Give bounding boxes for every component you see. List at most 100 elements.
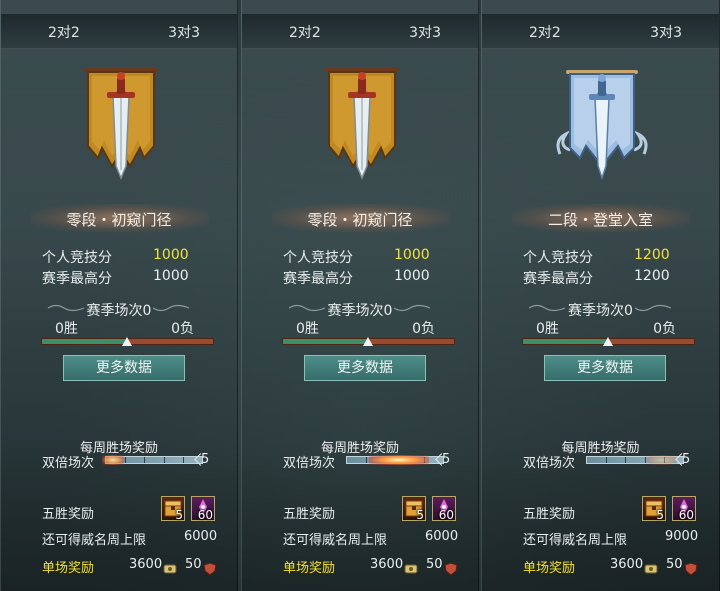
wins-count: 0胜 [536,321,559,337]
rank-title: 零段・初窥门径 [66,211,172,229]
silver-banner-sword-icon [556,70,648,181]
five-win-reward-label: 五胜奖励 [42,507,95,522]
double-matches-count: 5 [201,452,210,467]
bar-segment-divider [366,457,368,463]
purple-token-icon[interactable]: 60 [432,496,456,522]
losses-count: 0负 [412,321,435,337]
season-matches: 赛季场次0 [568,303,633,319]
glow-effect [102,455,124,465]
glow-effect [369,455,429,465]
treasure-chest-icon[interactable]: 5 [402,496,426,522]
double-matches-label: 双倍场次 [523,456,576,471]
weekly-cap-value: 6000 [425,529,459,544]
double-matches-label: 双倍场次 [283,456,336,471]
wins-count: 0胜 [55,321,78,337]
win-loss-marker [602,337,613,346]
weekly-cap-label: 还可得威名周上限 [523,533,628,548]
gold-banner-sword-icon [325,68,399,180]
more-data-button[interactable]: 更多数据 [544,355,666,381]
wins-count: 0胜 [296,321,319,337]
season-high-value: 1200 [634,268,670,284]
purple-token-icon[interactable]: 60 [672,496,696,522]
personal-score-value: 1000 [394,247,430,263]
bar-segment-divider [125,457,127,463]
ornament-right [152,304,190,312]
season-high-label: 赛季最高分 [283,271,353,287]
shield-icon [203,563,217,575]
tab-2v2[interactable]: 2对2 [48,22,80,42]
token-count: 60 [197,508,213,522]
double-matches-bar [346,455,444,465]
win-fill [523,339,609,344]
chest-count: 5 [175,508,183,522]
double-matches-count: 5 [682,452,691,467]
rank-title: 二段・登堂入室 [547,211,653,229]
single-match-reward-label: 单场奖励 [523,561,576,576]
gold-banner-sword-icon [84,68,158,180]
tab-2v2[interactable]: 2对2 [289,22,321,42]
prestige-token-icon [644,564,658,574]
win-loss-marker [362,337,373,346]
losses-count: 0负 [171,321,194,337]
win-loss-marker [121,337,132,346]
weekly-cap-label: 还可得威名周上限 [283,533,388,548]
mode-tabs: 2对2 3对3 [242,14,478,49]
chest-count: 5 [656,508,664,522]
win-fill [42,339,128,344]
season-matches: 赛季场次0 [86,303,152,319]
arena-panel-3: 2对2 3对3 二段・登堂入室 个人竞技分 1200 赛季最高分 1200 赛季… [481,0,720,591]
personal-score-label: 个人竞技分 [523,250,593,266]
arena-screen: 2对2 3对3 零段・初窥门径 个人竞技分 1000 赛季最高分 1000 赛季… [0,0,720,591]
five-win-reward-label: 五胜奖励 [283,507,336,522]
weekly-cap-value: 9000 [665,529,699,544]
bar-segment-divider [163,457,165,463]
season-high-value: 1000 [153,268,189,284]
bar-segment-divider [606,457,608,463]
single-match-reward-label: 单场奖励 [42,561,95,576]
personal-score-value: 1000 [153,247,189,263]
tab-3v3[interactable]: 3对3 [650,22,682,42]
more-data-button[interactable]: 更多数据 [304,355,426,381]
arena-panel-1: 2对2 3对3 零段・初窥门径 个人竞技分 1000 赛季最高分 1000 赛季… [0,0,238,591]
ornament-right [393,304,431,312]
win-fill [283,339,369,344]
double-matches-bar [102,455,203,465]
season-matches: 赛季场次0 [327,303,393,319]
season-high-label: 赛季最高分 [523,271,593,287]
personal-score-label: 个人竞技分 [42,250,112,266]
single-reward-value-2: 50 [185,557,202,572]
prestige-token-icon [404,564,418,574]
weekly-cap-value: 6000 [184,529,218,544]
season-high-value: 1000 [394,268,430,284]
treasure-chest-icon[interactable]: 5 [161,496,185,522]
bar-segment-divider [182,457,184,463]
single-match-reward-label: 单场奖励 [283,561,336,576]
double-matches-label: 双倍场次 [42,456,95,471]
mode-tabs: 2对2 3对3 [1,14,237,49]
single-reward-value-2: 50 [666,557,683,572]
arena-panel-2: 2对2 3对3 零段・初窥门径 个人竞技分 1000 赛季最高分 1000 赛季… [241,0,479,591]
five-win-reward-label: 五胜奖励 [523,507,576,522]
personal-score-value: 1200 [634,247,670,263]
treasure-chest-icon[interactable]: 5 [642,496,666,522]
token-count: 60 [678,508,694,522]
mode-tabs: 2对2 3对3 [482,14,719,49]
single-reward-value-2: 50 [426,557,443,572]
rank-title: 零段・初窥门径 [307,211,413,229]
shield-icon [444,563,458,575]
prestige-token-icon [163,564,177,574]
tab-3v3[interactable]: 3对3 [168,22,200,42]
ornament-right [634,304,672,312]
double-matches-bar [586,455,684,465]
token-count: 60 [438,508,454,522]
shield-icon [684,563,698,575]
purple-token-icon[interactable]: 60 [191,496,215,522]
single-reward-value-1: 3600 [129,557,163,572]
more-data-button[interactable]: 更多数据 [63,355,185,381]
bar-segment-divider [144,457,146,463]
bar-segment-divider [625,457,627,463]
season-high-label: 赛季最高分 [42,271,112,287]
tab-3v3[interactable]: 3对3 [409,22,441,42]
bar-segment-divider [644,457,646,463]
tab-2v2[interactable]: 2对2 [529,22,561,42]
